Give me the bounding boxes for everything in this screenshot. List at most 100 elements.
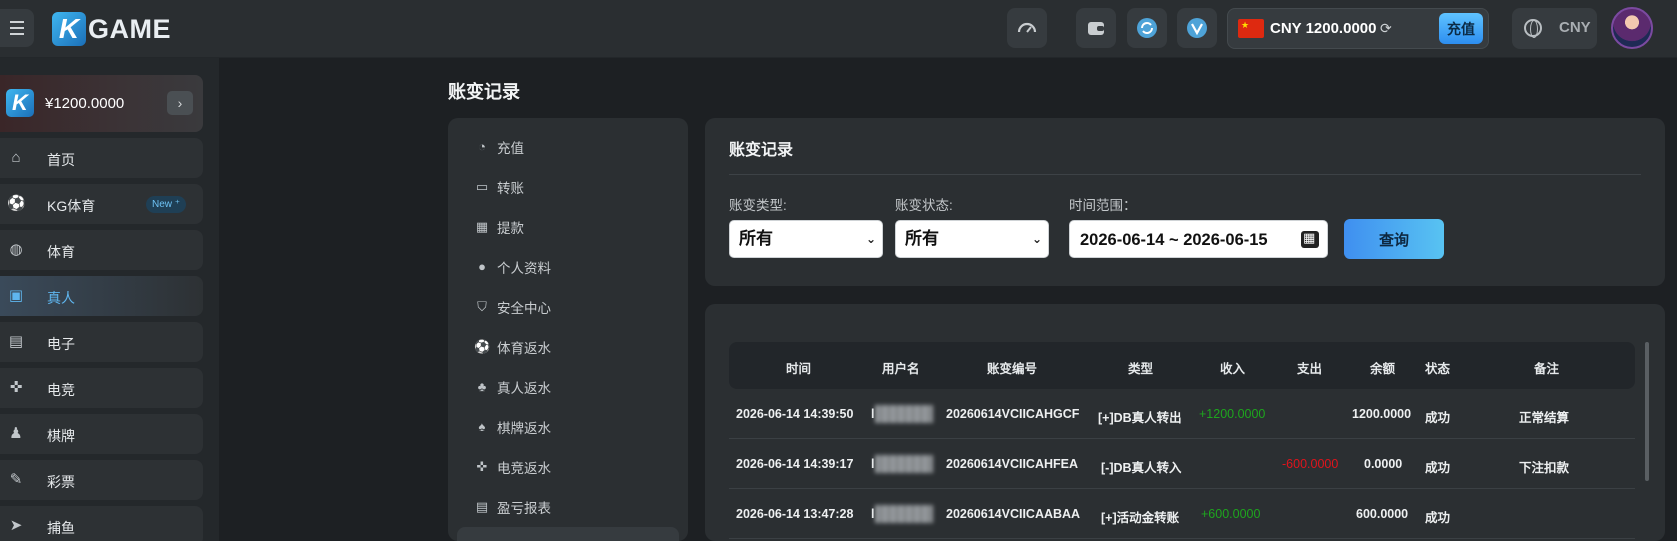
cell-record-id: 20260614VCIICAABAA bbox=[946, 507, 1081, 521]
cell-type: [+]活动金转账 bbox=[1101, 511, 1180, 525]
table-row: 2026-06-14 13:47:28 l 20260614VCIICAABAA… bbox=[729, 490, 1635, 539]
submenu-item-active[interactable] bbox=[457, 527, 679, 541]
sidebar-item-chess[interactable]: ♟ 棋牌 bbox=[0, 414, 203, 454]
submenu-item-label: 转账 bbox=[497, 181, 524, 196]
sidebar-item-sports[interactable]: ◍ 体育 bbox=[0, 230, 203, 270]
submenu-item-label: 提款 bbox=[497, 221, 524, 236]
status-select-value: 所有 bbox=[905, 229, 939, 248]
col-balance: 余额 bbox=[1370, 362, 1396, 376]
col-status: 状态 bbox=[1425, 362, 1451, 376]
sidebar-item-live[interactable]: ▣ 真人 bbox=[0, 276, 203, 316]
divider bbox=[729, 174, 1641, 175]
sidebar-item-label: 捕鱼 bbox=[47, 520, 75, 536]
col-income: 收入 bbox=[1220, 362, 1246, 376]
cell-note: 正常结算 bbox=[1519, 411, 1570, 425]
deposit-button[interactable]: 充值 bbox=[1439, 13, 1483, 44]
sidebar-item-label: 首页 bbox=[47, 152, 75, 168]
sidebar-item-kg-sports[interactable]: ⚽ KG体育 New ⁺ bbox=[0, 184, 203, 224]
cell-time: 2026-06-14 14:39:17 bbox=[736, 457, 854, 471]
balance-card[interactable]: K ¥1200.0000 › bbox=[0, 75, 203, 132]
shield-icon: ⛉ bbox=[477, 299, 487, 314]
cell-time: 2026-06-14 14:39:50 bbox=[736, 407, 854, 421]
chess-icon: ♟ bbox=[9, 425, 23, 442]
submenu-item-label: 棋牌返水 bbox=[497, 421, 551, 436]
submenu-item-label: 体育返水 bbox=[497, 341, 551, 356]
submenu-item-label: 电竞返水 bbox=[497, 461, 551, 476]
cell-status: 成功 bbox=[1425, 461, 1451, 475]
records-table: 时间 用户名 账变编号 类型 收入 支出 余额 状态 备注 2026-06-14… bbox=[705, 304, 1665, 541]
col-expense: 支出 bbox=[1297, 362, 1323, 376]
submenu-item-security[interactable]: ⛉ 安全中心 bbox=[474, 297, 551, 317]
cards-icon: ▣ bbox=[8, 287, 24, 304]
cell-note: 下注扣款 bbox=[1519, 461, 1570, 475]
cell-status: 成功 bbox=[1425, 511, 1451, 525]
report-icon: ▤ bbox=[475, 499, 489, 514]
masked-username bbox=[875, 405, 933, 423]
type-select[interactable]: 所有 ⌄ bbox=[729, 220, 883, 258]
table-scrollbar[interactable] bbox=[1645, 342, 1649, 481]
submenu-item-esports-rebate[interactable]: ✜ 电竞返水 bbox=[474, 457, 551, 477]
sidebar-item-label: 真人 bbox=[47, 290, 75, 306]
sidebar-item-label: 电竞 bbox=[47, 382, 75, 398]
wallet-button[interactable] bbox=[1076, 8, 1116, 48]
logo[interactable]: K GAME bbox=[52, 10, 171, 48]
submenu-item-label: 真人返水 bbox=[497, 381, 551, 396]
sidebar-item-fishing[interactable]: ➤ 捕鱼 bbox=[0, 506, 203, 541]
wallet-icon bbox=[1088, 22, 1104, 35]
col-time: 时间 bbox=[786, 362, 812, 376]
sync-button[interactable] bbox=[1127, 8, 1167, 48]
vip-icon bbox=[1187, 18, 1207, 38]
withdraw-icon: ▦ bbox=[475, 219, 489, 234]
cell-record-id: 20260614VCIICAHGCF bbox=[946, 407, 1080, 421]
hamburger-icon bbox=[10, 19, 24, 37]
range-label: 时间范围： bbox=[1069, 198, 1137, 213]
sidebar: K ¥1200.0000 › ⌂ 首页 ⚽ KG体育 New ⁺ ◍ 体育 ▣ … bbox=[0, 58, 219, 541]
submenu-item-live-rebate[interactable]: ♣ 真人返水 bbox=[474, 377, 551, 397]
vip-button[interactable] bbox=[1177, 8, 1217, 48]
submenu-item-label: 充值 bbox=[497, 141, 524, 156]
cell-balance: 0.0000 bbox=[1364, 457, 1403, 471]
globe-icon bbox=[1524, 19, 1542, 38]
calendar-icon[interactable] bbox=[1301, 230, 1319, 248]
date-range-input[interactable]: 2026-06-14 ~ 2026-06-15 bbox=[1069, 220, 1328, 258]
status-select[interactable]: 所有 ⌄ bbox=[895, 220, 1049, 258]
submenu-item-withdraw[interactable]: ▦ 提款 bbox=[474, 217, 524, 237]
basketball-icon: ◍ bbox=[9, 241, 23, 258]
status-label: 账变状态: bbox=[895, 198, 953, 213]
fish-icon: ➤ bbox=[9, 517, 23, 534]
cell-time: 2026-06-14 13:47:28 bbox=[736, 507, 854, 521]
query-button[interactable]: 查询 bbox=[1344, 219, 1444, 259]
refresh-icon[interactable]: ⟳ bbox=[1380, 20, 1392, 37]
type-label: 账变类型: bbox=[729, 198, 787, 213]
submenu-item-label: 安全中心 bbox=[497, 301, 551, 316]
slot-machine-icon: ▤ bbox=[8, 333, 24, 350]
cell-type: [+]DB真人转出 bbox=[1098, 411, 1182, 425]
sidebar-item-slots[interactable]: ▤ 电子 bbox=[0, 322, 203, 362]
masked-username bbox=[875, 455, 933, 473]
chevron-down-icon: ⌄ bbox=[1031, 232, 1042, 246]
submenu-item-profile[interactable]: ● 个人资料 bbox=[474, 257, 551, 277]
wallet-balance: CNY 1200.0000 ⟳ 充值 bbox=[1227, 8, 1489, 49]
submenu-item-chess-rebate[interactable]: ♠ 棋牌返水 bbox=[474, 417, 551, 437]
submenu-item-deposit[interactable]: ◔ 充值 bbox=[474, 137, 524, 157]
home-icon: ⌂ bbox=[11, 149, 21, 166]
sidebar-item-label: 电子 bbox=[47, 336, 75, 352]
submenu-item-label: 盈亏报表 bbox=[497, 501, 551, 516]
currency-label: CNY bbox=[1559, 19, 1591, 36]
avatar[interactable] bbox=[1611, 7, 1653, 49]
transfer-icon: ▭ bbox=[475, 179, 489, 194]
submenu-item-profit-report[interactable]: ▤ 盈亏报表 bbox=[474, 497, 551, 517]
menu-button[interactable] bbox=[0, 9, 34, 47]
sidebar-item-home[interactable]: ⌂ 首页 bbox=[0, 138, 203, 178]
speedometer-button[interactable] bbox=[1007, 8, 1047, 48]
sidebar-item-esports[interactable]: ✜ 电竞 bbox=[0, 368, 203, 408]
user-icon: ● bbox=[478, 259, 486, 274]
submenu-item-sports-rebate[interactable]: ⚽ 体育返水 bbox=[474, 337, 551, 357]
page-title: 账变记录 bbox=[448, 82, 520, 102]
table-row: 2026-06-14 14:39:17 l 20260614VCIICAHFEA… bbox=[729, 440, 1635, 489]
chevron-right-icon[interactable]: › bbox=[167, 91, 193, 115]
submenu-item-transfer[interactable]: ▭ 转账 bbox=[474, 177, 524, 197]
sidebar-item-lottery[interactable]: ✎ 彩票 bbox=[0, 460, 203, 500]
cell-balance: 600.0000 bbox=[1356, 507, 1409, 521]
language-currency-selector[interactable]: CNY bbox=[1512, 8, 1597, 49]
